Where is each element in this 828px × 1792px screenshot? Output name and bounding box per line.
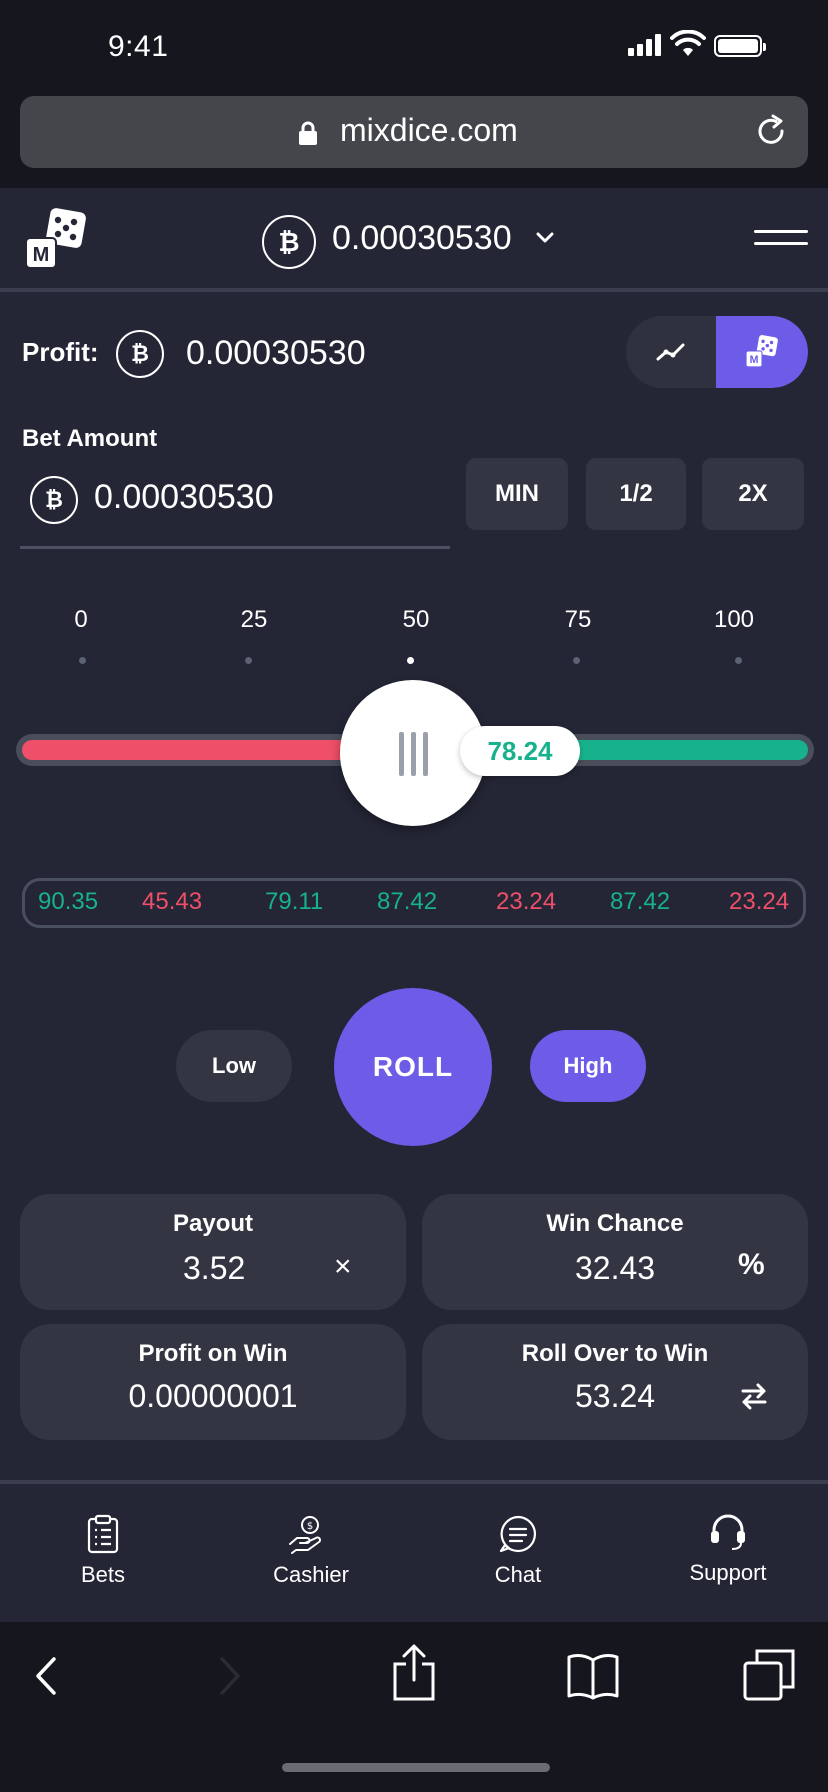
profit-on-win-value: 0.00000001 [128,1378,298,1414]
high-button[interactable]: High [530,1030,646,1102]
chart-view-button[interactable] [626,316,716,388]
headset-icon[interactable] [708,1512,748,1552]
win-range [560,740,808,760]
scale-tick [573,657,580,664]
chat-icon[interactable] [498,1514,538,1554]
history-item: 45.43 [142,888,203,915]
payout-value[interactable]: 3.52 [183,1250,245,1287]
win-chance-value[interactable]: 32.43 [575,1250,655,1287]
nav-support[interactable]: Support [658,1560,798,1586]
scale-tick [245,657,252,664]
bet-input-underline [20,546,450,549]
scale-label: 0 [74,606,88,633]
scale-tick [735,657,742,664]
history-item: 87.42 [377,888,438,915]
cashier-icon[interactable]: $ [287,1514,327,1554]
battery-icon [714,35,766,57]
swap-icon[interactable] [740,1382,768,1410]
roll-button[interactable]: ROLL [334,988,492,1146]
dice-icon: M [745,335,778,368]
bet-amount-input[interactable]: 0.00030530 [94,478,274,517]
win-chance-label: Win Chance [546,1210,684,1237]
mixdice-logo[interactable]: M [24,208,88,272]
lose-range [22,740,372,760]
history-item: 79.11 [265,888,324,915]
bitcoin-icon: ₿ [116,330,164,378]
svg-text:M: M [33,244,50,266]
scale-label: 50 [402,606,430,633]
scale-label: 75 [564,606,592,633]
reload-icon[interactable] [754,114,788,148]
dice-view-button[interactable]: M [716,316,808,388]
url-text[interactable]: mixdice.com [340,112,518,149]
roll-over-label: Roll Over to Win [521,1340,709,1367]
share-icon[interactable] [392,1644,436,1702]
profit-label: Profit: [22,337,99,367]
clipboard-icon[interactable] [83,1514,123,1554]
min-button[interactable]: MIN [466,458,568,530]
cellular-signal-icon [628,34,664,56]
scale-label: 100 [713,606,755,633]
hamburger-menu-icon[interactable] [754,230,808,252]
status-time: 9:41 [108,30,169,63]
half-button[interactable]: 1/2 [586,458,686,530]
bet-amount-label: Bet Amount [22,425,158,452]
profit-on-win-label: Profit on Win [138,1340,288,1367]
tabs-icon[interactable] [742,1648,796,1702]
nav-bets[interactable]: Bets [33,1562,173,1588]
profit-value: 0.00030530 [186,334,366,372]
back-icon[interactable] [34,1656,58,1696]
svg-text:M: M [750,354,759,366]
forward-icon [220,1657,240,1695]
svg-text:$: $ [307,1521,313,1532]
double-button[interactable]: 2X [702,458,804,530]
multiply-icon: × [334,1250,352,1283]
history-item: 87.42 [610,888,671,915]
percent-icon: % [738,1248,765,1281]
bottom-nav [0,1480,828,1622]
roll-over-value[interactable]: 53.24 [575,1378,655,1415]
payout-label: Payout [172,1210,253,1237]
lock-icon [299,121,317,145]
chevron-down-icon[interactable] [536,232,554,244]
line-chart-icon [656,343,685,361]
view-toggle: M [626,316,808,388]
bitcoin-icon[interactable]: ₿ [262,215,316,269]
nav-cashier[interactable]: Cashier [241,1562,381,1588]
scale-label: 25 [240,606,268,633]
bookmarks-icon[interactable] [566,1652,620,1700]
history-item: 23.24 [729,888,790,915]
roll-result-value: 78.24 [460,726,580,776]
nav-chat[interactable]: Chat [448,1562,588,1588]
home-indicator [282,1763,550,1772]
wifi-icon [670,30,706,56]
scale-tick-active [407,657,414,664]
low-button[interactable]: Low [176,1030,292,1102]
scale-tick [79,657,86,664]
history-item: 23.24 [496,888,557,915]
wallet-balance[interactable]: 0.00030530 [332,219,512,258]
history-item: 90.35 [38,888,99,915]
bitcoin-icon: ₿ [30,476,78,524]
